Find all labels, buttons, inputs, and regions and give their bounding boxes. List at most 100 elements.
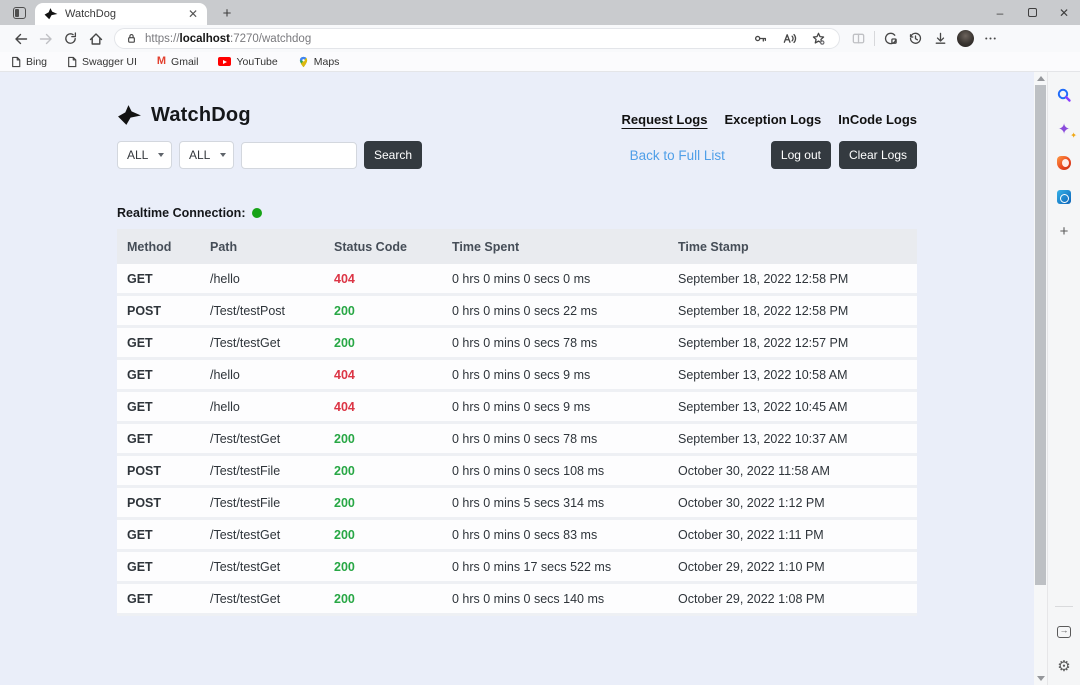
home-icon[interactable]: [83, 27, 108, 50]
bookmark-bing[interactable]: Bing: [11, 56, 47, 68]
bookmark-gmail[interactable]: M Gmail: [157, 56, 199, 68]
tab-actions-menu-icon[interactable]: [8, 4, 30, 22]
panel-toggle-icon[interactable]: [1055, 623, 1073, 641]
realtime-connection-status: Realtime Connection:: [117, 206, 917, 220]
toolbar-divider: [874, 31, 875, 46]
cell-method: POST: [117, 304, 200, 318]
bookmark-swagger-ui[interactable]: Swagger UI: [67, 56, 137, 68]
table-row: GET /Test/testGet 200 0 hrs 0 mins 17 se…: [117, 552, 917, 584]
table-row: GET /hello 404 0 hrs 0 mins 0 secs 9 ms …: [117, 360, 917, 392]
cell-path: /Test/testFile: [200, 464, 324, 478]
outlook-icon[interactable]: [1055, 188, 1073, 206]
search-input[interactable]: [241, 142, 357, 169]
page-icon: [67, 56, 77, 68]
browser-tab[interactable]: WatchDog ✕: [35, 3, 207, 25]
cell-method: GET: [117, 528, 200, 542]
search-button[interactable]: Search: [364, 141, 422, 169]
cell-status-code: 200: [324, 496, 442, 510]
page-icon: [11, 56, 21, 68]
cell-path: /Test/testGet: [200, 528, 324, 542]
cell-time-stamp: September 13, 2022 10:45 AM: [668, 400, 917, 414]
downloads-icon[interactable]: [928, 27, 953, 50]
cell-status-code: 404: [324, 400, 442, 414]
logout-button[interactable]: Log out: [771, 141, 831, 169]
back-to-full-list-link[interactable]: Back to Full List: [630, 148, 725, 163]
read-aloud-icon[interactable]: [777, 27, 802, 50]
cell-time-spent: 0 hrs 0 mins 0 secs 9 ms: [442, 400, 668, 414]
status-filter-select[interactable]: ALL: [179, 141, 234, 169]
cell-status-code: 404: [324, 368, 442, 382]
cell-method: POST: [117, 496, 200, 510]
forward-icon: [33, 27, 58, 50]
more-menu-icon[interactable]: [978, 27, 1003, 50]
history-icon[interactable]: [903, 27, 928, 50]
table-row: GET /Test/testGet 200 0 hrs 0 mins 0 sec…: [117, 424, 917, 456]
table-body: GET /hello 404 0 hrs 0 mins 0 secs 0 ms …: [117, 264, 917, 616]
office-icon[interactable]: [1055, 154, 1073, 172]
split-screen-icon: [846, 27, 871, 50]
gmail-icon: M: [157, 56, 166, 67]
cell-time-stamp: September 13, 2022 10:37 AM: [668, 432, 917, 446]
cell-path: /Test/testGet: [200, 432, 324, 446]
scrollbar-thumb[interactable]: [1035, 85, 1046, 585]
clear-logs-button[interactable]: Clear Logs: [839, 141, 917, 169]
cell-status-code: 200: [324, 336, 442, 350]
nav-incode-logs[interactable]: InCode Logs: [838, 112, 917, 127]
cell-time-stamp: October 29, 2022 1:08 PM: [668, 592, 917, 606]
back-icon[interactable]: [8, 27, 33, 50]
scroll-up-icon[interactable]: [1037, 76, 1045, 81]
maps-icon: [298, 56, 309, 68]
nav-request-logs[interactable]: Request Logs: [622, 112, 708, 127]
cell-status-code: 200: [324, 592, 442, 606]
bing-search-icon[interactable]: [1055, 86, 1073, 104]
refresh-icon[interactable]: [58, 27, 83, 50]
cell-time-stamp: September 18, 2022 12:58 PM: [668, 304, 917, 318]
bookmark-youtube[interactable]: YouTube: [218, 56, 277, 68]
cell-time-spent: 0 hrs 0 mins 0 secs 22 ms: [442, 304, 668, 318]
cell-time-spent: 0 hrs 0 mins 0 secs 0 ms: [442, 272, 668, 286]
cell-time-spent: 0 hrs 0 mins 0 secs 108 ms: [442, 464, 668, 478]
cell-time-spent: 0 hrs 0 mins 0 secs 140 ms: [442, 592, 668, 606]
top-navigation: Request Logs Exception Logs InCode Logs: [622, 112, 917, 127]
cell-time-spent: 0 hrs 0 mins 0 secs 78 ms: [442, 336, 668, 350]
collections-icon[interactable]: [878, 27, 903, 50]
address-bar[interactable]: https://localhost:7270/watchdog: [114, 28, 840, 49]
scroll-down-icon[interactable]: [1037, 676, 1045, 681]
tab-close-icon[interactable]: ✕: [186, 7, 200, 21]
table-row: GET /Test/testGet 200 0 hrs 0 mins 0 sec…: [117, 520, 917, 552]
cell-path: /hello: [200, 400, 324, 414]
nav-exception-logs[interactable]: Exception Logs: [724, 112, 821, 127]
watchdog-brand: WatchDog: [117, 103, 251, 128]
copilot-icon[interactable]: ✦: [1055, 120, 1073, 138]
cell-status-code: 200: [324, 304, 442, 318]
maximize-button[interactable]: [1016, 0, 1048, 25]
table-row: POST /Test/testFile 200 0 hrs 0 mins 5 s…: [117, 488, 917, 520]
method-filter-select[interactable]: ALL: [117, 141, 172, 169]
profile-avatar[interactable]: [953, 27, 978, 50]
cell-time-stamp: September 13, 2022 10:58 AM: [668, 368, 917, 382]
cell-method: GET: [117, 560, 200, 574]
cell-time-spent: 0 hrs 0 mins 0 secs 83 ms: [442, 528, 668, 542]
sidebar-add-icon[interactable]: +: [1055, 222, 1073, 240]
page-scrollbar[interactable]: [1034, 72, 1047, 685]
cell-time-spent: 0 hrs 0 mins 5 secs 314 ms: [442, 496, 668, 510]
cell-time-stamp: September 18, 2022 12:58 PM: [668, 272, 917, 286]
add-favorite-star-icon[interactable]: [806, 27, 831, 50]
cell-path: /Test/testGet: [200, 560, 324, 574]
close-button[interactable]: ✕: [1048, 0, 1080, 25]
page-title: WatchDog: [151, 104, 251, 127]
cell-method: GET: [117, 368, 200, 382]
edge-sidebar: ✦ + ⚙: [1047, 72, 1080, 685]
browser-toolbar: https://localhost:7270/watchdog: [0, 25, 1080, 52]
settings-gear-icon[interactable]: ⚙: [1055, 657, 1073, 675]
new-tab-button[interactable]: +: [217, 5, 237, 22]
bookmark-maps[interactable]: Maps: [298, 56, 340, 68]
cell-path: /Test/testPost: [200, 304, 324, 318]
url-text[interactable]: https://localhost:7270/watchdog: [145, 33, 748, 45]
watchdog-favicon-icon: [44, 7, 58, 21]
chevron-down-icon: [158, 153, 164, 157]
connection-status-dot: [252, 208, 262, 218]
password-key-icon[interactable]: [748, 27, 773, 50]
cell-time-spent: 0 hrs 0 mins 0 secs 78 ms: [442, 432, 668, 446]
minimize-button[interactable]: –: [984, 0, 1016, 25]
